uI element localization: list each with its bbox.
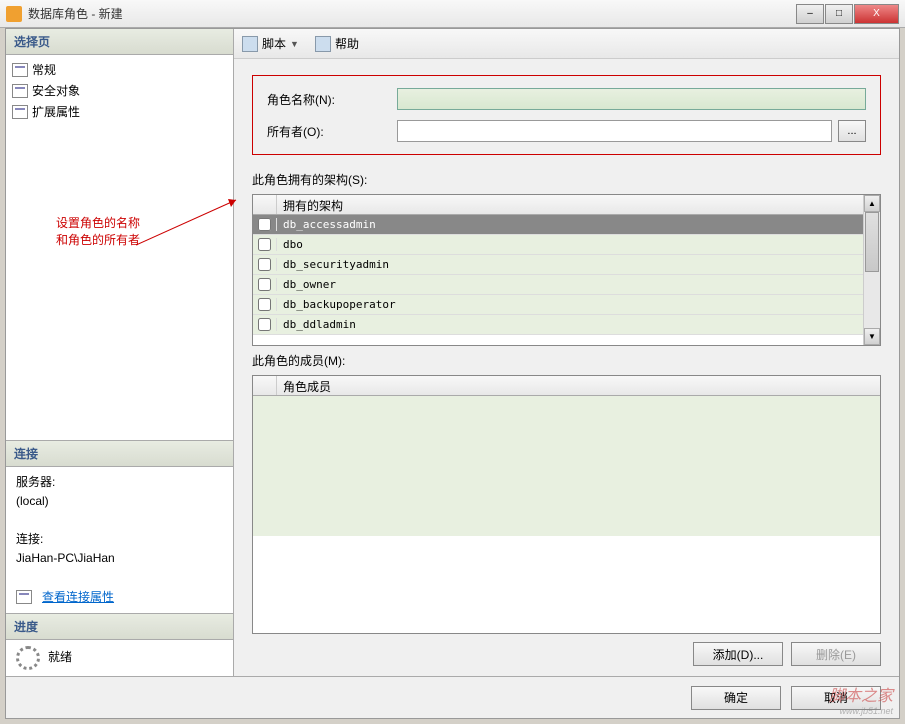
schema-checkbox[interactable] — [258, 238, 271, 251]
maximize-button[interactable]: □ — [825, 4, 853, 24]
schema-checkbox[interactable] — [258, 318, 271, 331]
script-dropdown-icon[interactable]: ▼ — [290, 39, 299, 49]
help-icon — [315, 36, 331, 52]
role-name-input[interactable] — [397, 88, 866, 110]
script-button[interactable]: 脚本 — [262, 35, 286, 52]
app-icon — [6, 6, 22, 22]
schema-checkbox[interactable] — [258, 298, 271, 311]
connection-label: 连接: — [16, 530, 223, 549]
members-check-header — [253, 376, 277, 395]
progress-spinner-icon — [16, 646, 40, 670]
schemas-column-header: 拥有的架构 — [277, 195, 863, 214]
remove-member-button[interactable]: 删除(E) — [791, 642, 881, 666]
schema-row[interactable]: db_accessadmin — [253, 215, 863, 235]
cancel-button[interactable]: 取消 — [791, 686, 881, 710]
page-icon — [12, 84, 28, 98]
server-label: 服务器: — [16, 473, 223, 492]
members-column-header: 角色成员 — [277, 376, 880, 395]
schema-row[interactable]: db_owner — [253, 275, 863, 295]
sidebar-item-extended[interactable]: 扩展属性 — [6, 101, 233, 122]
owner-browse-button[interactable]: ... — [838, 120, 866, 142]
sidebar-item-general[interactable]: 常规 — [6, 59, 233, 80]
owner-input[interactable] — [397, 120, 832, 142]
sidebar: 选择页 常规 安全对象 扩展属性 设置角色的名称 和角色的所有者 — [6, 29, 234, 676]
schemas-scrollbar[interactable]: ▲ ▼ — [863, 195, 880, 345]
progress-status: 就绪 — [48, 648, 72, 667]
scroll-up-icon[interactable]: ▲ — [864, 195, 880, 212]
add-member-button[interactable]: 添加(D)... — [693, 642, 783, 666]
script-icon — [242, 36, 258, 52]
sidebar-item-label: 扩展属性 — [32, 103, 80, 120]
sidebar-item-label: 安全对象 — [32, 82, 80, 99]
schema-row[interactable]: db_ddladmin — [253, 315, 863, 335]
ok-button[interactable]: 确定 — [691, 686, 781, 710]
help-button[interactable]: 帮助 — [335, 35, 359, 52]
scroll-thumb[interactable] — [865, 212, 879, 272]
owner-label: 所有者(O): — [267, 123, 397, 140]
scroll-down-icon[interactable]: ▼ — [864, 328, 880, 345]
annotation-arrow-icon — [136, 195, 246, 255]
schemas-section-label: 此角色拥有的架构(S): — [252, 171, 881, 188]
schema-name: db_securityadmin — [277, 258, 863, 271]
dialog-footer: 确定 取消 — [6, 676, 899, 718]
toolbar: 脚本 ▼ 帮助 — [234, 29, 899, 59]
members-grid: 角色成员 — [252, 375, 881, 634]
titlebar: 数据库角色 - 新建 – □ X — [0, 0, 905, 28]
minimize-button[interactable]: – — [796, 4, 824, 24]
page-icon — [12, 105, 28, 119]
schema-row[interactable]: db_securityadmin — [253, 255, 863, 275]
schema-row[interactable]: db_backupoperator — [253, 295, 863, 315]
progress-header: 进度 — [6, 614, 233, 640]
connection-value: JiaHan-PC\JiaHan — [16, 549, 223, 568]
schemas-grid: 拥有的架构 db_accessadmindbo db_securityadmind… — [252, 194, 881, 346]
schema-name: db_owner — [277, 278, 863, 291]
schema-name: db_accessadmin — [277, 218, 863, 231]
schema-name: db_ddladmin — [277, 318, 863, 331]
schema-checkbox[interactable] — [258, 218, 271, 231]
role-name-label: 角色名称(N): — [267, 91, 397, 108]
page-icon — [12, 63, 28, 77]
properties-icon — [16, 590, 32, 604]
server-value: (local) — [16, 492, 223, 511]
members-section-label: 此角色的成员(M): — [252, 352, 881, 369]
sidebar-item-securables[interactable]: 安全对象 — [6, 80, 233, 101]
schemas-check-header — [253, 195, 277, 214]
view-connection-props-link[interactable]: 查看连接属性 — [42, 588, 114, 607]
sidebar-item-label: 常规 — [32, 61, 56, 78]
schema-row[interactable]: dbo — [253, 235, 863, 255]
window-title: 数据库角色 - 新建 — [28, 5, 795, 22]
schema-checkbox[interactable] — [258, 278, 271, 291]
select-page-header: 选择页 — [6, 29, 233, 55]
close-button[interactable]: X — [854, 4, 899, 24]
highlighted-region: 角色名称(N): 所有者(O): ... — [252, 75, 881, 155]
schema-name: dbo — [277, 238, 863, 251]
connection-header: 连接 — [6, 441, 233, 467]
schema-name: db_backupoperator — [277, 298, 863, 311]
annotation-text: 设置角色的名称 和角色的所有者 — [56, 215, 140, 249]
schema-checkbox[interactable] — [258, 258, 271, 271]
